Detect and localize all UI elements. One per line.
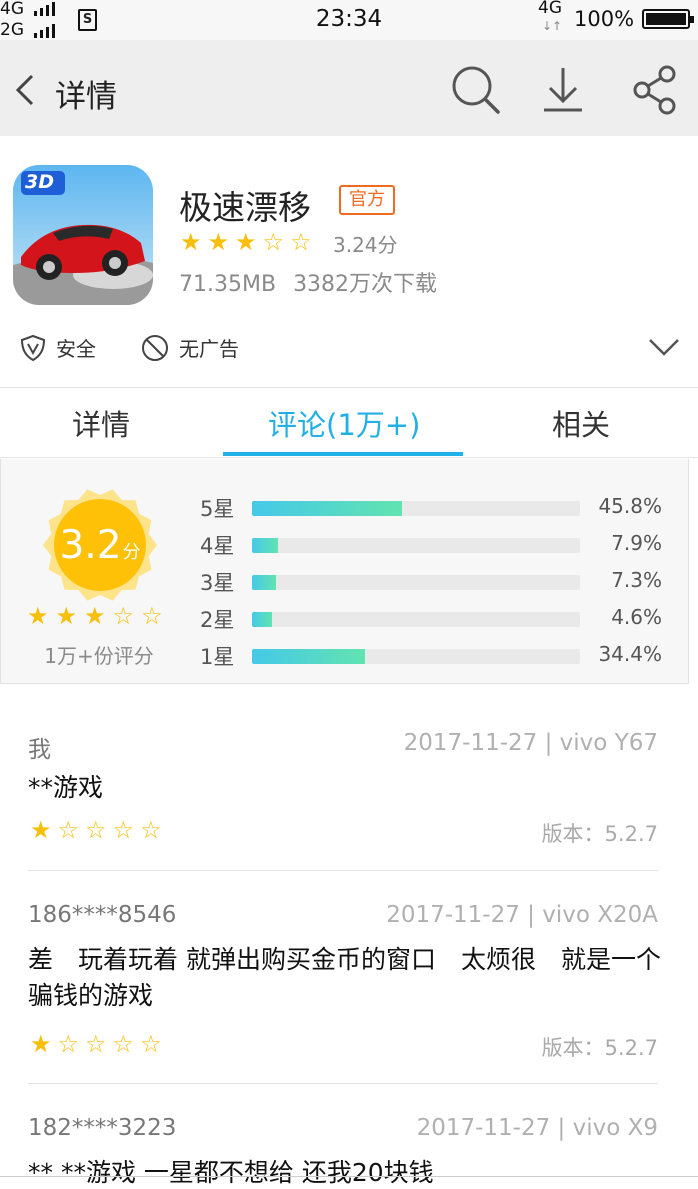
app-downloads: 3382万次下载 bbox=[293, 272, 438, 297]
share-icon[interactable] bbox=[628, 62, 684, 118]
score-badge: 3.2 分 bbox=[42, 487, 158, 603]
divider bbox=[28, 1083, 658, 1084]
star-empty-icon: ☆ bbox=[57, 816, 80, 844]
bar-fill bbox=[252, 575, 276, 590]
bottom-edge bbox=[0, 1176, 698, 1177]
star-filled-icon: ★ bbox=[27, 602, 49, 630]
review-version: 版本：5.2.7 bbox=[541, 1036, 658, 1060]
network-4g-label: 4G bbox=[538, 0, 562, 18]
review-date-device: 2017-11-27 | vivo X20A bbox=[386, 902, 658, 928]
tab-details[interactable]: 详情 bbox=[72, 402, 130, 444]
tab-comments[interactable]: 评论(1万+) bbox=[268, 402, 420, 444]
app-icon-label: 3D bbox=[25, 171, 54, 193]
app-rating-stars: ★ ★ ★ ☆ ☆ bbox=[180, 230, 312, 254]
rating-bar-row: 4星 7.9% bbox=[200, 529, 670, 559]
star-empty-icon: ☆ bbox=[112, 816, 135, 844]
star-filled-icon: ★ bbox=[207, 228, 230, 256]
app-size: 71.35MB bbox=[179, 272, 277, 297]
bar-fill bbox=[252, 501, 403, 516]
bar-label: 1星 bbox=[200, 645, 235, 669]
review-text: **游戏 bbox=[28, 773, 104, 802]
tag-no-ads-label: 无广告 bbox=[179, 337, 239, 361]
star-empty-icon: ☆ bbox=[112, 602, 135, 630]
battery-icon bbox=[642, 9, 694, 29]
shield-icon bbox=[20, 334, 46, 361]
overall-stars: ★ ★ ★ ☆ ☆ bbox=[27, 604, 163, 628]
bar-track bbox=[252, 649, 580, 664]
review-stars: ★ ☆ ☆ ☆ ☆ bbox=[30, 1032, 162, 1056]
review-user: 182****3223 bbox=[28, 1115, 177, 1141]
battery-percent: 100% bbox=[574, 7, 635, 31]
rating-bar-row: 5星 45.8% bbox=[200, 492, 670, 522]
app-header: 详情 bbox=[0, 40, 698, 136]
star-filled-icon: ★ bbox=[30, 1030, 52, 1058]
page-title: 详情 bbox=[55, 79, 117, 115]
bar-fill bbox=[252, 538, 278, 553]
search-icon[interactable] bbox=[448, 62, 504, 118]
bar-percent: 34.4% bbox=[598, 642, 662, 666]
back-arrow-icon[interactable] bbox=[14, 74, 38, 106]
review-text: 差 玩着玩着 就弹出购买金币的窗口 太烦很 就是一个骗钱的游戏 bbox=[28, 945, 661, 1010]
rating-bar-row: 3星 7.3% bbox=[200, 566, 670, 596]
rating-bar-row: 1星 34.4% bbox=[200, 640, 670, 670]
score-unit: 分 bbox=[122, 542, 141, 563]
tab-related[interactable]: 相关 bbox=[552, 402, 610, 444]
bar-percent: 4.6% bbox=[611, 605, 662, 629]
app-icon: 3D bbox=[13, 165, 153, 305]
star-empty-icon: ☆ bbox=[141, 602, 163, 630]
star-empty-icon: ☆ bbox=[262, 228, 285, 256]
app-name: 极速漂移 bbox=[179, 188, 311, 227]
review-date-device: 2017-11-27 | vivo X9 bbox=[416, 1115, 658, 1141]
star-empty-icon: ☆ bbox=[85, 1030, 107, 1058]
bar-track bbox=[252, 575, 580, 590]
review-stars: ★ ☆ ☆ ☆ ☆ bbox=[30, 818, 162, 842]
review-version: 版本：5.2.7 bbox=[541, 822, 658, 846]
active-tab-indicator bbox=[223, 452, 463, 456]
download-icon[interactable] bbox=[536, 62, 592, 118]
tag-no-ads: 无广告 bbox=[141, 333, 239, 362]
tag-safe: 安全 bbox=[20, 333, 96, 362]
bar-percent: 45.8% bbox=[598, 494, 662, 518]
divider bbox=[0, 387, 698, 388]
star-filled-icon: ★ bbox=[55, 602, 78, 630]
status-bar: 4G 2G S 23:34 4G ↓↑ 100% bbox=[0, 0, 698, 40]
star-empty-icon: ☆ bbox=[85, 816, 107, 844]
no-ads-icon bbox=[142, 334, 168, 361]
app-meta: 71.35MB 3382万次下载 bbox=[179, 266, 437, 298]
bar-fill bbox=[252, 612, 272, 627]
chevron-down-icon[interactable] bbox=[648, 337, 680, 357]
divider bbox=[0, 457, 698, 458]
app-score: 3.24分 bbox=[333, 233, 398, 257]
bar-label: 2星 bbox=[200, 608, 235, 632]
bar-percent: 7.9% bbox=[611, 531, 662, 555]
star-filled-icon: ★ bbox=[30, 816, 52, 844]
bar-track bbox=[252, 612, 580, 627]
bar-label: 5星 bbox=[200, 497, 235, 521]
star-filled-icon: ★ bbox=[84, 602, 106, 630]
star-empty-icon: ☆ bbox=[57, 1030, 80, 1058]
review-date-device: 2017-11-27 | vivo Y67 bbox=[403, 730, 658, 756]
star-filled-icon: ★ bbox=[235, 228, 257, 256]
bar-track bbox=[252, 538, 580, 553]
star-filled-icon: ★ bbox=[180, 228, 202, 256]
star-empty-icon: ☆ bbox=[290, 228, 312, 256]
official-badge: 官方 bbox=[339, 185, 395, 215]
bar-label: 3星 bbox=[200, 571, 235, 595]
star-empty-icon: ☆ bbox=[140, 1030, 162, 1058]
rating-count: 1万+份评分 bbox=[44, 644, 154, 668]
star-empty-icon: ☆ bbox=[112, 1030, 135, 1058]
bar-label: 4星 bbox=[200, 534, 235, 558]
data-activity-icon: ↓↑ bbox=[542, 19, 563, 33]
review-user: 我 bbox=[28, 737, 51, 763]
review-text: ** **游戏 一星都不想给 还我20块钱 bbox=[28, 1158, 434, 1187]
star-empty-icon: ☆ bbox=[140, 816, 162, 844]
tag-safe-label: 安全 bbox=[56, 337, 96, 361]
bar-fill bbox=[252, 649, 365, 664]
overall-score: 3.2 bbox=[59, 522, 122, 568]
divider bbox=[28, 870, 658, 871]
bar-track bbox=[252, 501, 580, 516]
bar-percent: 7.3% bbox=[611, 568, 662, 592]
review-user: 186****8546 bbox=[28, 902, 177, 928]
rating-bar-row: 2星 4.6% bbox=[200, 603, 670, 633]
